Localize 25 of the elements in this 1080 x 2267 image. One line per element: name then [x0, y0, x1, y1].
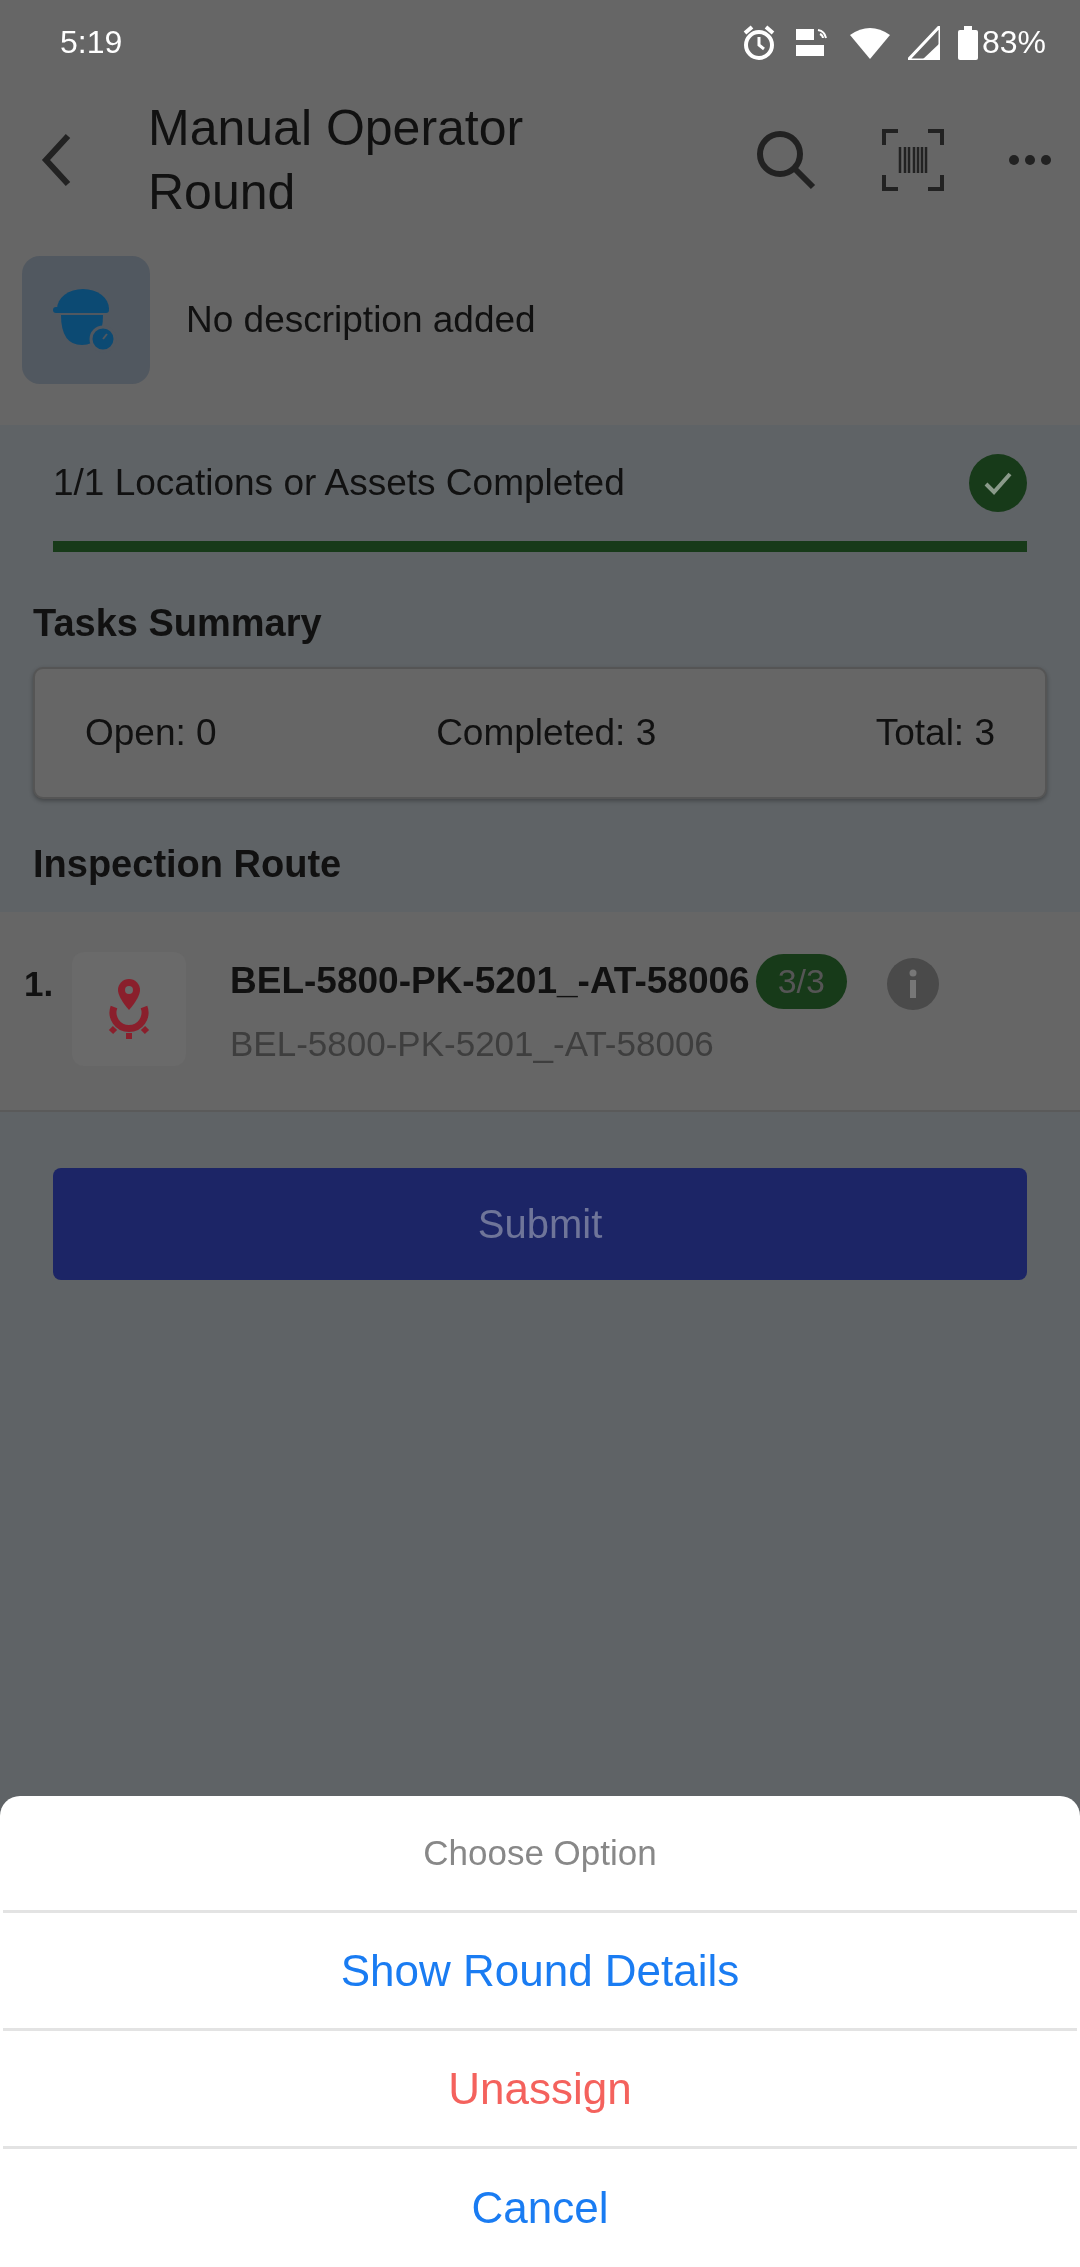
task-count: Open: 0 — [85, 712, 217, 754]
wifi-icon — [849, 26, 890, 59]
progress-label: 1/1 Locations or Assets Completed — [53, 462, 625, 504]
item-index: 1. — [24, 963, 55, 1004]
sheet-option[interactable]: Unassign — [3, 2031, 1077, 2149]
signal-icon — [907, 25, 940, 60]
battery-percent: 83% — [981, 24, 1046, 61]
more-icon[interactable] — [1008, 154, 1052, 166]
section-title: Inspection Route — [32, 842, 343, 886]
barcode-scan-icon[interactable] — [882, 129, 944, 191]
sheet-title: Choose Option — [3, 1796, 1077, 1913]
task-count-badge: 3/3 — [755, 953, 847, 1009]
task-count: Completed: 3 — [436, 712, 657, 754]
section-title: Tasks Summary — [32, 601, 323, 645]
asset-name: BEL-5800-PK-5201_-AT-58006 — [230, 960, 750, 1002]
battery-icon — [957, 25, 978, 60]
sheet-option[interactable]: Cancel — [3, 2149, 1077, 2267]
task-count: Total: 3 — [875, 712, 995, 754]
search-icon[interactable] — [754, 128, 818, 192]
page-title: Manual Operator Round — [148, 99, 525, 222]
description-text: No description added — [186, 299, 536, 341]
clock-time: 5:19 — [60, 24, 123, 61]
alarm-icon — [741, 24, 776, 61]
info-icon[interactable] — [886, 958, 939, 1010]
sheet-option[interactable]: Show Round Details — [3, 1913, 1077, 2031]
